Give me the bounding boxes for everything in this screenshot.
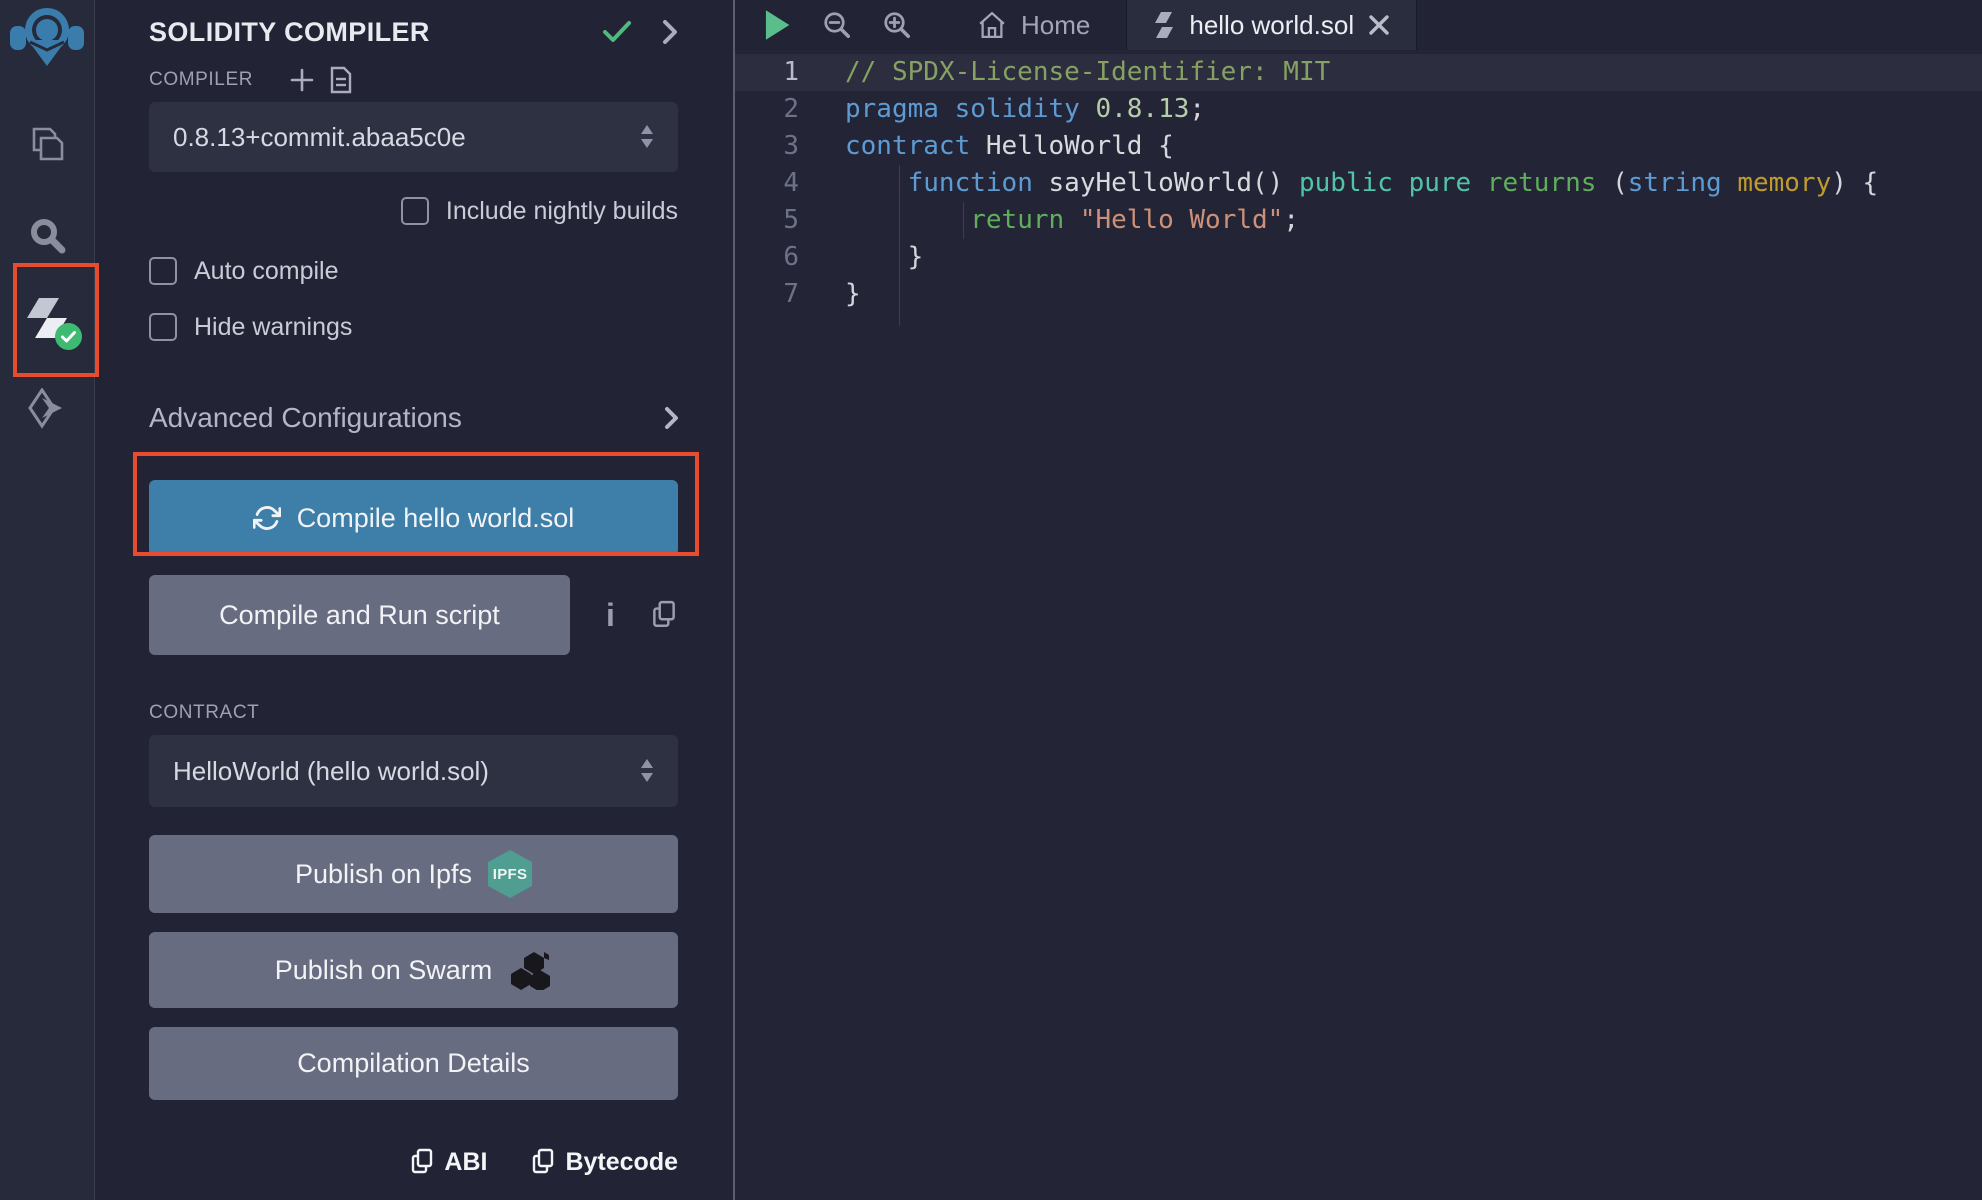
- code-line[interactable]: 7}: [735, 276, 1982, 313]
- contract-section-label: CONTRACT: [149, 702, 259, 724]
- abi-label: ABI: [444, 1148, 487, 1177]
- line-number: 7: [735, 276, 845, 313]
- compile-button-label: Compile hello world.sol: [297, 503, 575, 534]
- select-arrows-icon: [640, 125, 654, 149]
- tab-file-label: hello world.sol: [1189, 10, 1354, 41]
- code-text: }: [845, 276, 861, 313]
- code-line[interactable]: 2pragma solidity 0.8.13;: [735, 91, 1982, 128]
- collapse-panel-chevron-icon[interactable]: [662, 19, 678, 45]
- line-number: 6: [735, 239, 845, 276]
- hide-warnings-checkbox[interactable]: [149, 313, 177, 341]
- code-lines[interactable]: 1// SPDX-License-Identifier: MIT2pragma …: [735, 50, 1982, 1200]
- indent-guide: [899, 165, 900, 326]
- zoom-out-icon[interactable]: [807, 0, 867, 50]
- contract-select-value: HelloWorld (hello world.sol): [173, 756, 640, 787]
- copy-script-icon[interactable]: [651, 600, 677, 630]
- contract-select[interactable]: HelloWorld (hello world.sol): [149, 735, 678, 807]
- code-text: function sayHelloWorld() public pure ret…: [845, 165, 1878, 202]
- swarm-icon: [508, 950, 552, 990]
- solidity-compiler-panel: SOLIDITY COMPILER COMPILER: [95, 0, 735, 1200]
- zoom-in-icon[interactable]: [867, 0, 927, 50]
- file-explorer-icon[interactable]: [24, 122, 70, 168]
- code-text: // SPDX-License-Identifier: MIT: [845, 54, 1330, 91]
- bytecode-label: Bytecode: [565, 1148, 678, 1177]
- panel-title: SOLIDITY COMPILER: [149, 17, 602, 48]
- code-text: contract HelloWorld {: [845, 128, 1174, 165]
- compiler-version-value: 0.8.13+commit.abaa5c0e: [173, 122, 640, 153]
- hide-warnings-label: Hide warnings: [194, 313, 352, 342]
- add-compiler-icon[interactable]: [289, 67, 315, 93]
- copy-abi-link[interactable]: ABI: [410, 1148, 487, 1177]
- tab-hello-world-sol[interactable]: hello world.sol: [1126, 0, 1417, 50]
- home-icon: [977, 10, 1007, 40]
- refresh-icon: [253, 504, 281, 532]
- code-text: pragma solidity 0.8.13;: [845, 91, 1205, 128]
- code-line[interactable]: 1// SPDX-License-Identifier: MIT: [735, 54, 1982, 91]
- advanced-configurations-label: Advanced Configurations: [149, 402, 664, 434]
- code-line[interactable]: 3contract HelloWorld {: [735, 128, 1982, 165]
- code-line[interactable]: 6 }: [735, 239, 1982, 276]
- line-number: 2: [735, 91, 845, 128]
- compiler-config-file-icon[interactable]: [329, 66, 353, 94]
- code-text: }: [845, 239, 923, 276]
- remix-logo[interactable]: [8, 4, 86, 76]
- search-icon[interactable]: [24, 212, 70, 258]
- code-text: return "Hello World";: [845, 202, 1299, 239]
- chevron-right-icon: [664, 406, 678, 430]
- indent-guide: [963, 202, 964, 239]
- compile-and-run-button[interactable]: Compile and Run script: [149, 575, 570, 655]
- remix-ide-window: SOLIDITY COMPILER COMPILER: [0, 0, 1982, 1200]
- publish-swarm-button[interactable]: Publish on Swarm: [149, 932, 678, 1008]
- publish-ipfs-label: Publish on Ipfs: [295, 859, 472, 890]
- run-script-play-icon[interactable]: [747, 0, 807, 50]
- include-nightly-label: Include nightly builds: [446, 197, 678, 226]
- auto-compile-checkbox[interactable]: [149, 257, 177, 285]
- tab-home-label: Home: [1021, 10, 1090, 41]
- copy-icon: [531, 1148, 555, 1176]
- close-tab-icon[interactable]: [1368, 14, 1390, 36]
- compiled-check-icon: [602, 20, 632, 44]
- deploy-run-icon[interactable]: [24, 386, 70, 432]
- info-icon[interactable]: i: [606, 599, 615, 631]
- compiler-version-select[interactable]: 0.8.13+commit.abaa5c0e: [149, 102, 678, 172]
- ipfs-icon: IPFS: [488, 850, 532, 898]
- compilation-details-label: Compilation Details: [297, 1048, 530, 1079]
- copy-icon: [410, 1148, 434, 1176]
- solidity-file-icon: [1153, 11, 1175, 39]
- auto-compile-label: Auto compile: [194, 257, 339, 286]
- compiler-section-label: COMPILER: [149, 69, 253, 91]
- publish-swarm-label: Publish on Swarm: [275, 955, 493, 986]
- compile-success-badge-icon: [55, 323, 82, 350]
- tab-home[interactable]: Home: [951, 0, 1116, 50]
- solidity-compiler-icon[interactable]: [24, 296, 70, 342]
- copy-bytecode-link[interactable]: Bytecode: [531, 1148, 678, 1177]
- publish-ipfs-button[interactable]: Publish on Ipfs IPFS: [149, 835, 678, 913]
- activity-bar: [0, 0, 95, 1200]
- line-number: 1: [735, 54, 845, 91]
- code-editor: Home hello world.sol 1// SPDX-License-Id…: [735, 0, 1982, 1200]
- code-line[interactable]: 5 return "Hello World";: [735, 202, 1982, 239]
- code-line[interactable]: 4 function sayHelloWorld() public pure r…: [735, 165, 1982, 202]
- select-arrows-icon: [640, 759, 654, 783]
- compile-button[interactable]: Compile hello world.sol: [149, 480, 678, 556]
- advanced-configurations-toggle[interactable]: Advanced Configurations: [149, 402, 678, 434]
- editor-tab-bar: Home hello world.sol: [735, 0, 1982, 50]
- line-number: 4: [735, 165, 845, 202]
- line-number: 5: [735, 202, 845, 239]
- include-nightly-checkbox[interactable]: [401, 197, 429, 225]
- line-number: 3: [735, 128, 845, 165]
- compilation-details-button[interactable]: Compilation Details: [149, 1027, 678, 1100]
- compile-and-run-label: Compile and Run script: [219, 600, 500, 631]
